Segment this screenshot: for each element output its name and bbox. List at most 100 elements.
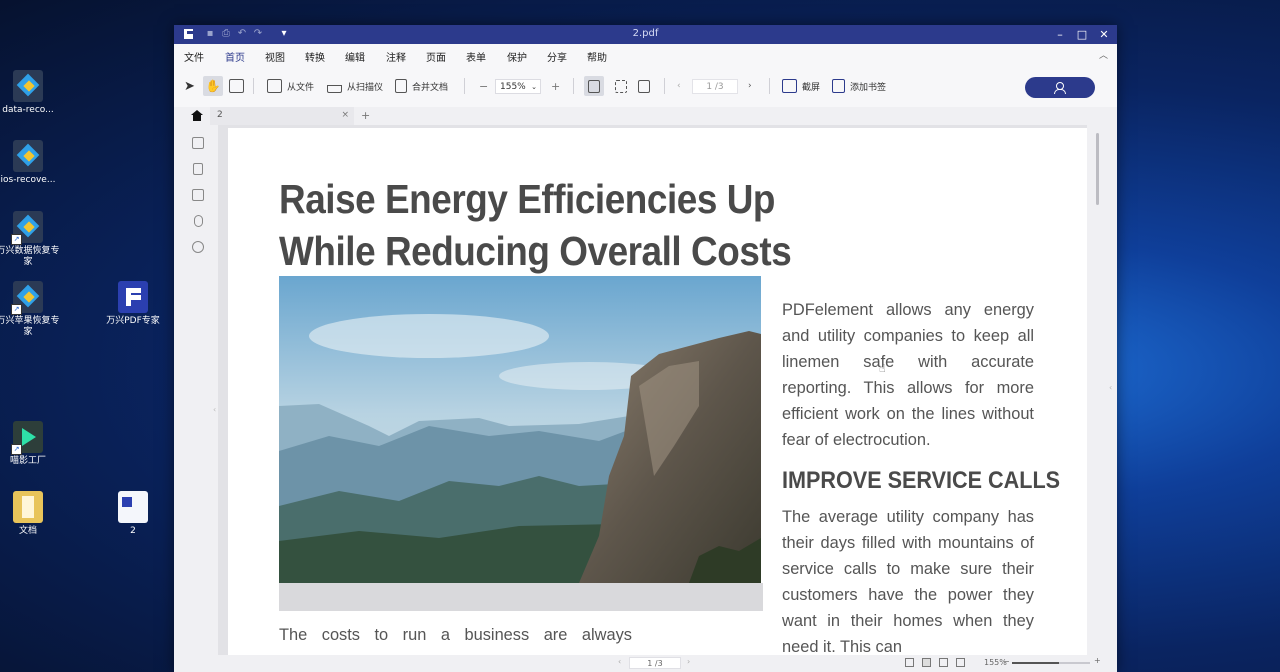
screenshot-button[interactable]: 截屏: [782, 76, 820, 96]
two-page-continuous-view-icon[interactable]: [956, 658, 965, 667]
scrollbar-thumb[interactable]: [1096, 133, 1099, 205]
menu-page[interactable]: 页面: [426, 49, 446, 64]
status-page-input[interactable]: 1 /3: [629, 657, 681, 669]
select-tool-button[interactable]: ➤: [184, 76, 195, 96]
search-panel-icon[interactable]: [192, 241, 204, 253]
status-zoom-out-icon[interactable]: −: [1003, 657, 1010, 666]
document-viewport[interactable]: Raise Energy Efficiencies Up While Reduc…: [218, 125, 1087, 659]
desktop-icon-wondershare-data-recovery[interactable]: ↗ 万兴数据恢复专家: [0, 211, 60, 268]
right-panel-handle-icon[interactable]: ‹: [1109, 383, 1112, 392]
fit-page-button[interactable]: [611, 76, 631, 96]
toolbar-divider: [664, 78, 665, 94]
user-account-button[interactable]: [1025, 77, 1095, 98]
single-page-view-icon[interactable]: [905, 658, 914, 667]
desktop-icon-pdfelement[interactable]: 万兴PDF专家: [101, 281, 165, 327]
desktop-icon-label: 文档: [18, 526, 37, 536]
desktop-icon-label: 万兴苹果恢复专家: [0, 316, 60, 337]
from-scanner-button[interactable]: 从扫描仪: [327, 76, 383, 96]
fit-width-button[interactable]: [584, 76, 604, 96]
shortcut-arrow-icon: ↗: [11, 234, 22, 245]
image-shadow-bar: [279, 583, 763, 611]
page-number-input[interactable]: 1 /3: [692, 79, 738, 94]
combine-document-icon: [395, 79, 407, 93]
chevron-down-icon: ⌄: [531, 83, 537, 91]
filmora-icon: ↗: [11, 421, 43, 455]
desktop-icon-documents-folder[interactable]: 文档: [0, 491, 60, 537]
status-prev-page-icon[interactable]: ‹: [618, 657, 621, 666]
desktop-icon-filmora[interactable]: ↗ 喵影工厂: [0, 421, 60, 467]
menu-help[interactable]: 帮助: [587, 49, 607, 64]
status-zoom-in-icon[interactable]: +: [1094, 656, 1101, 665]
desktop-icon-ios-recovery[interactable]: ios-recove...: [0, 140, 60, 186]
desktop-icon-label: 2: [130, 526, 136, 536]
bookmark-panel-icon[interactable]: [193, 163, 203, 175]
mountain-landscape-image: [279, 276, 761, 583]
edit-tool-button[interactable]: [229, 76, 244, 96]
menu-protect[interactable]: 保护: [507, 49, 527, 64]
zoom-select[interactable]: 155% ⌄: [495, 79, 541, 94]
maximize-button[interactable]: □: [1071, 26, 1093, 43]
thumbnails-icon[interactable]: [192, 137, 204, 149]
menu-view[interactable]: 视图: [265, 49, 285, 64]
scanner-icon: [327, 85, 342, 93]
chevron-right-icon: ›: [748, 81, 752, 91]
desktop-icon-pdf-file-2[interactable]: 2: [101, 491, 165, 537]
toolbar-divider: [769, 78, 770, 94]
bookmark-icon: [832, 79, 845, 93]
status-next-page-icon[interactable]: ›: [687, 657, 690, 666]
toolbar-divider: [464, 78, 465, 94]
add-bookmark-label: 添加书签: [850, 82, 887, 93]
data-recovery-icon: [13, 70, 43, 102]
menu-comment[interactable]: 注释: [386, 49, 406, 64]
combine-files-label: 合并文档: [412, 82, 449, 93]
two-page-view-icon[interactable]: [939, 658, 948, 667]
previous-page-button[interactable]: ‹: [677, 76, 681, 96]
continuous-view-icon[interactable]: [922, 658, 931, 667]
comments-icon[interactable]: [192, 189, 204, 201]
zoom-out-button[interactable]: −: [479, 76, 488, 96]
iphone-recovery-icon: ↗: [11, 281, 43, 315]
menu-share[interactable]: 分享: [547, 49, 567, 64]
document-tab-label: 2: [217, 110, 223, 120]
sidebar-handle-icon[interactable]: ‹: [213, 405, 216, 414]
body-paragraph-2: The average utility company has their da…: [782, 508, 1034, 656]
home-icon[interactable]: [191, 110, 203, 121]
menu-home[interactable]: 首页: [224, 49, 246, 68]
zoom-slider-fill: [1012, 662, 1059, 664]
close-tab-icon[interactable]: ×: [341, 110, 349, 120]
zoom-in-button[interactable]: +: [551, 76, 560, 96]
combine-files-button[interactable]: 合并文档: [395, 76, 448, 96]
close-button[interactable]: ✕: [1093, 26, 1115, 43]
vertical-scrollbar[interactable]: ‹: [1087, 125, 1117, 659]
from-file-button[interactable]: 从文件: [267, 76, 314, 96]
desktop-icon-wondershare-iphone-recovery[interactable]: ↗ 万兴苹果恢复专家: [0, 281, 60, 338]
screenshot-label: 截屏: [802, 82, 821, 93]
arrow-cursor-icon: ➤: [184, 78, 195, 94]
section-heading: IMPROVE SERVICE CALLS: [782, 467, 1061, 494]
from-scanner-label: 从扫描仪: [347, 82, 384, 93]
status-bar: ‹ 1 /3 › 155% − +: [174, 655, 1117, 672]
next-page-button[interactable]: ›: [748, 76, 752, 96]
toolbar-divider: [253, 78, 254, 94]
add-bookmark-button[interactable]: 添加书签: [832, 76, 886, 96]
hand-icon: ✋: [205, 79, 221, 93]
document-tab[interactable]: 2 ×: [210, 107, 354, 125]
attachment-icon[interactable]: [194, 215, 203, 227]
folder-icon: [13, 491, 43, 523]
data-recovery-icon: ↗: [11, 211, 43, 245]
collapse-ribbon-icon[interactable]: ︿: [1099, 48, 1108, 61]
menu-file[interactable]: 文件: [184, 49, 204, 64]
actual-size-button[interactable]: [634, 76, 654, 96]
menu-convert[interactable]: 转换: [305, 49, 325, 64]
ios-recovery-icon: [13, 140, 43, 172]
hand-tool-button[interactable]: ✋: [203, 76, 223, 96]
menu-form[interactable]: 表单: [466, 49, 486, 64]
add-tab-button[interactable]: +: [361, 109, 370, 122]
menu-edit[interactable]: 编辑: [345, 49, 365, 64]
window-title: 2.pdf: [632, 28, 659, 39]
document-tab-bar: 2 × +: [174, 107, 1117, 125]
zoom-slider[interactable]: [1012, 662, 1090, 664]
pdf-page: Raise Energy Efficiencies Up While Reduc…: [228, 128, 1087, 659]
desktop-icon-data-recovery[interactable]: data-reco...: [0, 70, 60, 116]
minimize-button[interactable]: –: [1049, 26, 1071, 43]
